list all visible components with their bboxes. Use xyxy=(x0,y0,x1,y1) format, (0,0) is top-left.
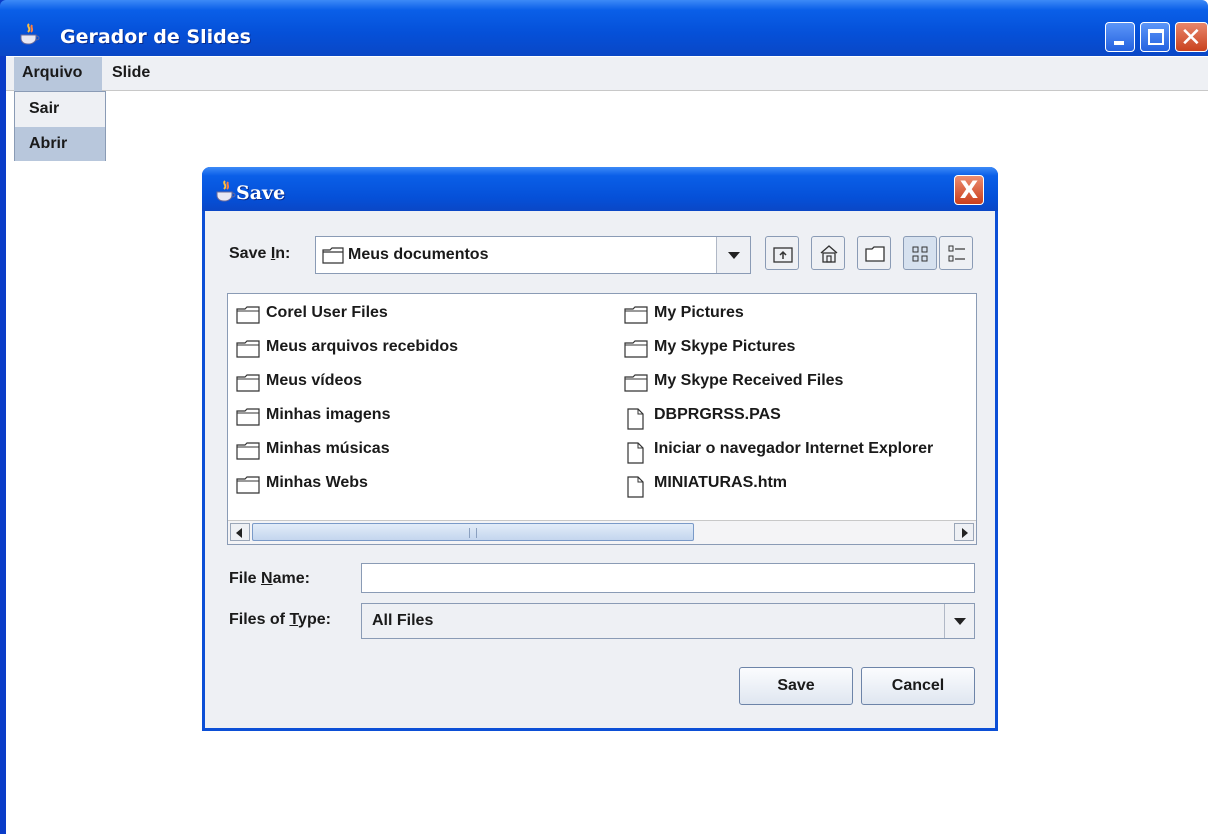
label-part: n: xyxy=(275,245,291,262)
up-folder-button[interactable] xyxy=(765,236,799,270)
save-dialog: Save X Save In: Meus documentos Corel Us… xyxy=(202,167,998,731)
file-name: My Skype Pictures xyxy=(654,338,796,355)
new-folder-button[interactable] xyxy=(857,236,891,270)
java-cup-icon xyxy=(216,180,236,202)
file-name: MINIATURAS.htm xyxy=(654,474,788,491)
close-icon: X xyxy=(959,176,979,204)
dialog-close-button[interactable]: X xyxy=(954,175,984,205)
file-type-label: Files of Type: xyxy=(229,611,331,629)
maximize-icon xyxy=(1148,29,1164,45)
save-button[interactable]: Save xyxy=(739,667,853,705)
file-list[interactable]: Corel User Files Meus arquivos recebidos… xyxy=(227,293,977,545)
list-view-button[interactable] xyxy=(903,236,937,270)
document-icon xyxy=(627,408,644,430)
menu-slide[interactable]: Slide xyxy=(104,57,158,91)
label-part: ype: xyxy=(298,611,331,628)
folder-icon xyxy=(322,247,344,264)
folder-icon xyxy=(236,340,260,358)
dialog-titlebar[interactable]: Save X xyxy=(202,167,998,211)
folder-icon xyxy=(236,374,260,392)
label-part: Save xyxy=(229,245,271,262)
file-name: Iniciar o navegador Internet Explorer xyxy=(654,440,934,457)
home-button[interactable] xyxy=(811,236,845,270)
arquivo-dropdown: Sair Abrir xyxy=(14,91,106,161)
new-folder-icon xyxy=(865,246,885,262)
scroll-left-icon[interactable] xyxy=(230,523,250,541)
save-in-combo[interactable]: Meus documentos xyxy=(315,236,751,274)
chevron-down-icon[interactable] xyxy=(716,237,750,273)
window-title: Gerador de Slides xyxy=(60,26,251,48)
close-icon: ✕ xyxy=(1180,23,1202,53)
file-name: Corel User Files xyxy=(266,304,388,321)
menu-item-abrir[interactable]: Abrir xyxy=(15,127,105,161)
cancel-button[interactable]: Cancel xyxy=(861,667,975,705)
up-folder-icon xyxy=(773,247,793,263)
folder-icon xyxy=(624,340,648,358)
scroll-right-icon[interactable] xyxy=(954,523,974,541)
file-name: Meus vídeos xyxy=(266,372,363,389)
java-cup-icon xyxy=(20,23,40,45)
menubar: Arquivo Slide xyxy=(6,57,1208,91)
save-in-value: Meus documentos xyxy=(348,246,489,263)
main-titlebar[interactable]: Gerador de Slides ✕ xyxy=(0,0,1208,56)
mnemonic: N xyxy=(261,570,273,587)
dialog-title: Save xyxy=(236,182,286,204)
label-part: File xyxy=(229,570,262,587)
file-name: My Pictures xyxy=(654,304,744,321)
folder-icon xyxy=(236,476,260,494)
horizontal-scrollbar[interactable] xyxy=(228,520,976,544)
label-part: ame: xyxy=(272,570,310,587)
file-type-combo[interactable]: All Files xyxy=(361,603,975,639)
document-icon xyxy=(627,442,644,464)
chevron-down-icon[interactable] xyxy=(944,604,974,638)
minimize-button[interactable] xyxy=(1105,22,1135,52)
file-name: Minhas Webs xyxy=(266,474,368,491)
file-name-label: File Name: xyxy=(229,570,310,588)
grip-icon xyxy=(469,528,477,538)
folder-icon xyxy=(236,306,260,324)
file-name: DBPRGRSS.PAS xyxy=(654,406,781,423)
file-name-input[interactable] xyxy=(361,563,975,593)
details-view-icon xyxy=(948,245,965,262)
list-view-icon xyxy=(912,246,928,262)
maximize-button[interactable] xyxy=(1140,22,1170,52)
main-window: Gerador de Slides ✕ Arquivo Slide Sair A… xyxy=(0,0,1208,834)
label-part: Files of xyxy=(229,611,290,628)
file-name: Meus arquivos recebidos xyxy=(266,338,459,355)
folder-icon xyxy=(624,306,648,324)
minimize-icon xyxy=(1114,41,1124,45)
save-in-label: Save In: xyxy=(229,245,290,263)
folder-icon xyxy=(236,408,260,426)
menu-arquivo[interactable]: Arquivo xyxy=(14,57,102,91)
file-name: My Skype Received Files xyxy=(654,372,844,389)
mnemonic: T xyxy=(289,611,299,628)
home-icon xyxy=(820,245,838,263)
scrollbar-thumb[interactable] xyxy=(252,523,694,541)
folder-icon xyxy=(624,374,648,392)
menu-item-sair[interactable]: Sair xyxy=(15,92,105,126)
file-type-value: All Files xyxy=(372,612,434,629)
document-icon xyxy=(627,476,644,498)
details-view-button[interactable] xyxy=(939,236,973,270)
folder-icon xyxy=(236,442,260,460)
close-button[interactable]: ✕ xyxy=(1175,22,1208,53)
file-name: Minhas músicas xyxy=(266,440,390,457)
file-name: Minhas imagens xyxy=(266,406,391,423)
